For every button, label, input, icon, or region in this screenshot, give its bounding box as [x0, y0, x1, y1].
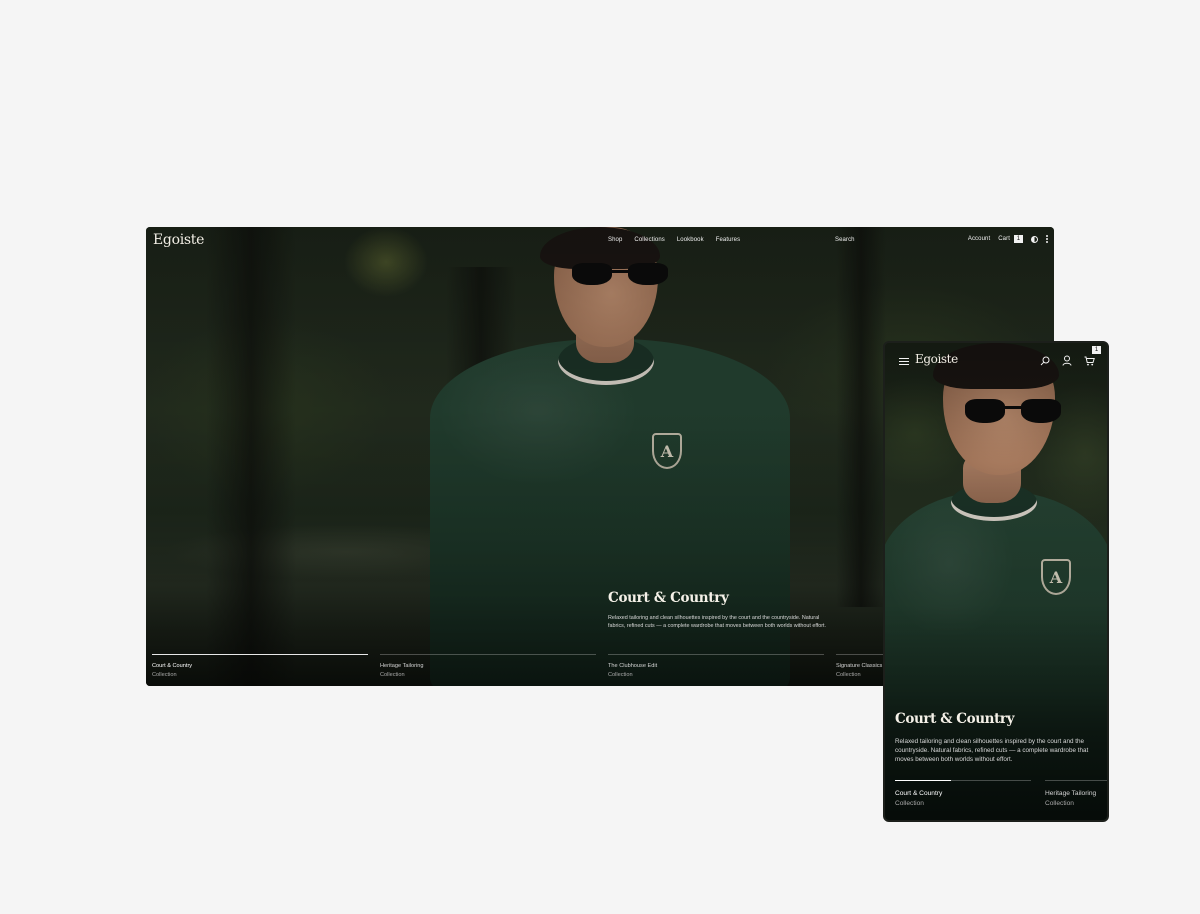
- collection-tab-clubhouse-edit[interactable]: The Clubhouse Edit Collection: [608, 654, 824, 678]
- cart-label: Cart: [998, 236, 1010, 242]
- collection-name: The Clubhouse Edit: [608, 663, 658, 669]
- nav-link-lookbook[interactable]: Lookbook: [677, 237, 704, 243]
- collection-name: Heritage Tailoring: [380, 663, 424, 669]
- brand-logo[interactable]: Egoiste: [153, 232, 204, 248]
- kebab-menu-icon[interactable]: [1046, 235, 1048, 243]
- account-link[interactable]: Account: [968, 236, 990, 242]
- collection-sub: Collection: [608, 672, 633, 678]
- hero-description: Relaxed tailoring and clean silhouettes …: [895, 738, 1089, 763]
- collection-tab-heritage-tailoring[interactable]: Heritage Tailoring Collection: [1045, 780, 1107, 807]
- search-link[interactable]: Search: [835, 237, 855, 243]
- collection-tab-court-country[interactable]: Court & Country Collection: [152, 654, 368, 678]
- hero-description: Relaxed tailoring and clean silhouettes …: [608, 615, 827, 629]
- nav-link-features[interactable]: Features: [716, 237, 740, 243]
- collection-sub: Collection: [1045, 800, 1074, 807]
- collection-name: Heritage Tailoring: [1045, 790, 1097, 797]
- collection-tab-heritage-tailoring[interactable]: Heritage Tailoring Collection: [380, 654, 596, 678]
- hamburger-menu-icon[interactable]: [899, 358, 909, 365]
- collection-tab-court-country[interactable]: Court & Country Collection: [895, 780, 1031, 807]
- cart-count-badge: 1: [1014, 235, 1023, 243]
- nav-link-shop[interactable]: Shop: [608, 237, 622, 243]
- nav-link-collections[interactable]: Collections: [634, 237, 664, 243]
- collection-name: Court & Country: [895, 790, 943, 797]
- collection-sub: Collection: [152, 672, 177, 678]
- mobile-header-actions: [1040, 355, 1095, 366]
- collection-sub: Collection: [380, 672, 405, 678]
- account-icon[interactable]: [1062, 355, 1072, 366]
- header-actions: Account Cart 1: [968, 235, 1048, 243]
- hero-title: Court & Country: [895, 711, 1015, 727]
- collection-sub: Collection: [895, 800, 924, 807]
- contrast-icon[interactable]: [1031, 235, 1038, 243]
- collection-name: Court & Country: [152, 663, 193, 669]
- brand-logo[interactable]: Egoiste: [915, 352, 958, 366]
- mobile-header: Egoiste 1: [885, 343, 1107, 379]
- mobile-preview: A Egoiste 1 Court & Country Relaxed: [883, 341, 1109, 822]
- hero-copy: Court & Country Relaxed tailoring and cl…: [608, 590, 828, 631]
- search-icon[interactable]: [1040, 356, 1050, 366]
- cart-icon[interactable]: [1084, 356, 1095, 366]
- cart-link[interactable]: Cart 1: [998, 235, 1023, 243]
- main-nav: Shop Collections Lookbook Features: [608, 237, 740, 243]
- cart-count-badge: 1: [1092, 346, 1101, 354]
- desktop-header: Egoiste Shop Collections Lookbook Featur…: [146, 227, 1054, 253]
- collection-tabs: Court & Country Collection Heritage Tail…: [895, 780, 1107, 807]
- hero-copy: Court & Country Relaxed tailoring and cl…: [895, 711, 1100, 764]
- hero-title: Court & Country: [608, 590, 729, 606]
